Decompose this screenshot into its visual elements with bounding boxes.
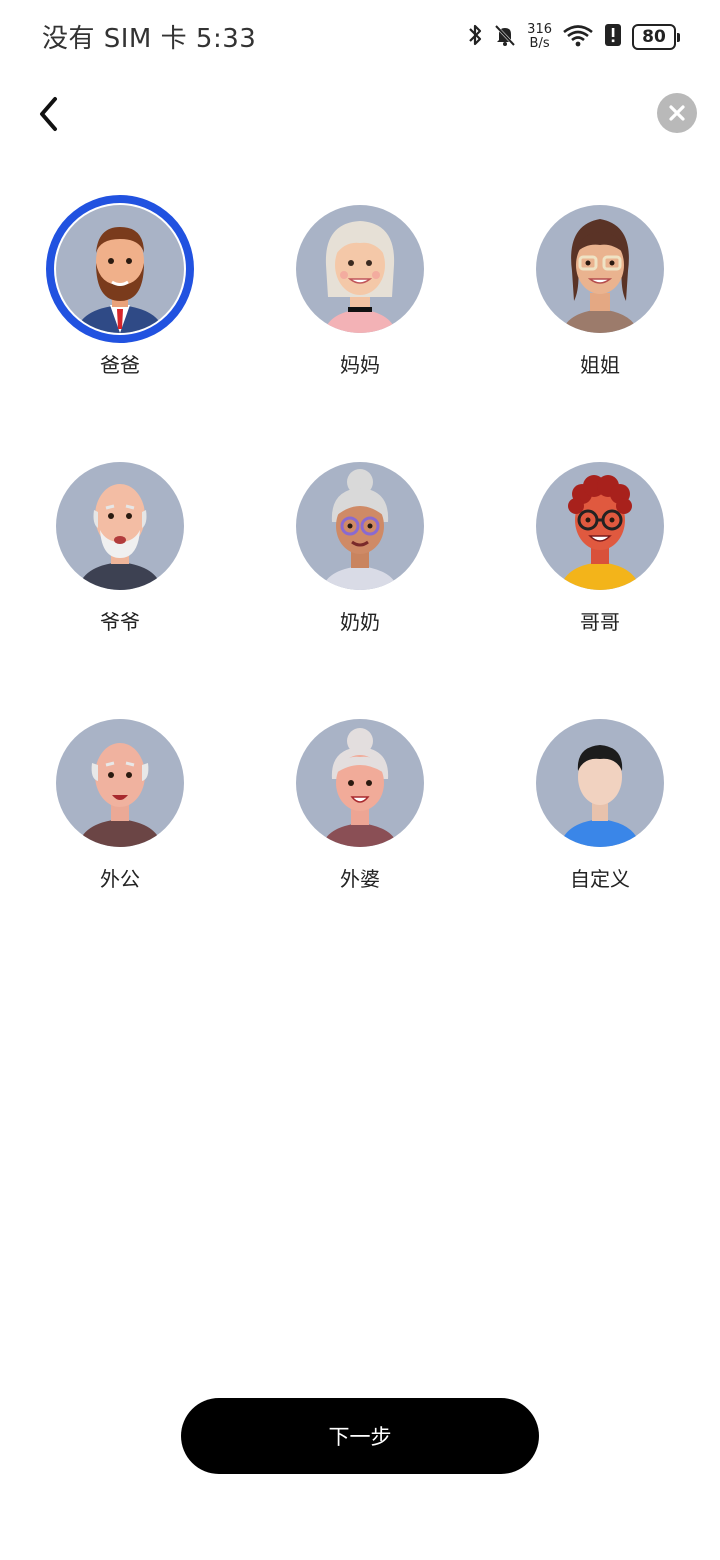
avatar-option-custom[interactable]: 自定义 bbox=[480, 709, 720, 909]
wifi-icon bbox=[562, 23, 594, 51]
avatar-label: 爷爷 bbox=[100, 610, 140, 634]
avatar-label: 姐姐 bbox=[580, 353, 620, 377]
avatar-label: 爸爸 bbox=[100, 353, 140, 377]
avatar-label: 奶奶 bbox=[340, 610, 380, 634]
avatar-label: 自定义 bbox=[570, 867, 630, 891]
network-speed: 316 B/s bbox=[527, 23, 552, 51]
battery-level: 80 bbox=[632, 24, 676, 50]
alert-icon bbox=[604, 23, 622, 51]
avatar-label: 妈妈 bbox=[340, 353, 380, 377]
network-speed-unit: B/s bbox=[529, 36, 550, 51]
maternal-grandma-avatar-image bbox=[296, 719, 424, 847]
maternal-grandpa-avatar-image bbox=[56, 719, 184, 847]
avatar-option-grandpa[interactable]: 爷爷 bbox=[0, 452, 240, 652]
network-speed-value: 316 bbox=[527, 22, 552, 37]
status-icons: 316 B/s 80 bbox=[467, 20, 680, 54]
avatar-option-maternal-grandma[interactable]: 外婆 bbox=[240, 709, 480, 909]
mute-bell-icon bbox=[493, 23, 517, 51]
avatar-option-maternal-grandpa[interactable]: 外公 bbox=[0, 709, 240, 909]
battery-icon: 80 bbox=[632, 24, 680, 50]
custom-avatar-image bbox=[536, 719, 664, 847]
close-icon bbox=[669, 105, 685, 121]
grandpa-avatar-image bbox=[56, 462, 184, 590]
avatar-option-sister[interactable]: 姐姐 bbox=[480, 195, 720, 395]
sister-avatar-image bbox=[536, 205, 664, 333]
carrier-time: 没有 SIM 卡 5:33 bbox=[42, 24, 257, 54]
back-button[interactable] bbox=[28, 92, 68, 136]
grandma-avatar-image bbox=[296, 462, 424, 590]
avatar-option-grandma[interactable]: 奶奶 bbox=[240, 452, 480, 652]
mom-avatar-image bbox=[296, 205, 424, 333]
status-bar: 没有 SIM 卡 5:33 316 B/s 80 bbox=[0, 0, 720, 72]
avatar-option-dad[interactable]: 爸爸 bbox=[0, 195, 240, 395]
close-button[interactable] bbox=[657, 93, 697, 133]
avatar-label: 外婆 bbox=[340, 867, 380, 891]
avatar-label: 哥哥 bbox=[580, 610, 620, 634]
avatar-option-mom[interactable]: 妈妈 bbox=[240, 195, 480, 395]
bluetooth-icon bbox=[467, 23, 483, 51]
dad-avatar-image bbox=[56, 205, 184, 333]
avatar-selected-ring bbox=[46, 195, 194, 343]
next-step-button[interactable]: 下一步 bbox=[181, 1398, 539, 1474]
brother-avatar-image bbox=[536, 462, 664, 590]
chevron-left-icon bbox=[40, 97, 57, 131]
avatar-option-brother[interactable]: 哥哥 bbox=[480, 452, 720, 652]
avatar-label: 外公 bbox=[100, 867, 140, 891]
